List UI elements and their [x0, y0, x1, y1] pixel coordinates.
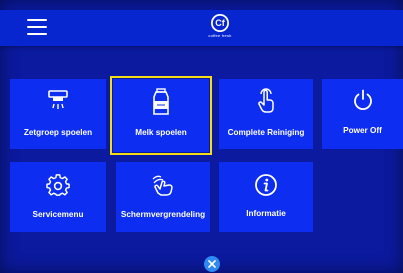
tile-label: Power Off [343, 126, 382, 135]
touch-hand-icon [258, 88, 274, 113]
hamburger-icon-line [27, 26, 47, 28]
brand-logo: Cf coffee fresh [190, 13, 250, 43]
tile-label: Melk spoelen [135, 128, 187, 137]
info-icon [255, 174, 277, 196]
tile-zetgroep-spoelen[interactable]: Zetgroep spoelen [10, 79, 106, 149]
power-icon [353, 89, 372, 111]
menu-button[interactable] [27, 19, 47, 35]
gear-icon [46, 174, 70, 196]
tile-servicemenu[interactable]: Servicemenu [10, 162, 106, 232]
tile-schermvergrendeling[interactable]: Schermvergrendeling [116, 162, 210, 232]
top-bar: Cf coffee fresh [0, 10, 403, 46]
brand-logo-text: Cf [215, 18, 225, 28]
brand-name: coffee fresh [208, 33, 232, 38]
tile-power-off[interactable]: Power Off [322, 79, 403, 149]
hand-swipe-icon [152, 175, 173, 196]
tile-label: Schermvergrendeling [120, 210, 206, 219]
tile-complete-reiniging[interactable]: Complete Reiniging [219, 79, 313, 149]
coffee-fresh-logo-icon: Cf [211, 14, 229, 32]
close-icon [208, 260, 216, 268]
tile-informatie[interactable]: Informatie [219, 162, 313, 232]
tile-label: Informatie [246, 209, 286, 218]
hamburger-icon-line [27, 19, 47, 21]
milk-carton-icon [153, 88, 169, 115]
tile-melk-spoelen[interactable]: Melk spoelen [110, 76, 212, 155]
tile-label: Complete Reiniging [227, 128, 305, 137]
tile-label: Servicemenu [32, 210, 84, 219]
tile-label: Zetgroep spoelen [23, 128, 93, 137]
brew-group-rinse-icon [48, 90, 68, 109]
touch-screen: Cf coffee fresh Zetgroep spoelen Melk sp… [0, 0, 403, 273]
close-button[interactable] [204, 256, 220, 272]
hamburger-icon-line [27, 33, 47, 35]
